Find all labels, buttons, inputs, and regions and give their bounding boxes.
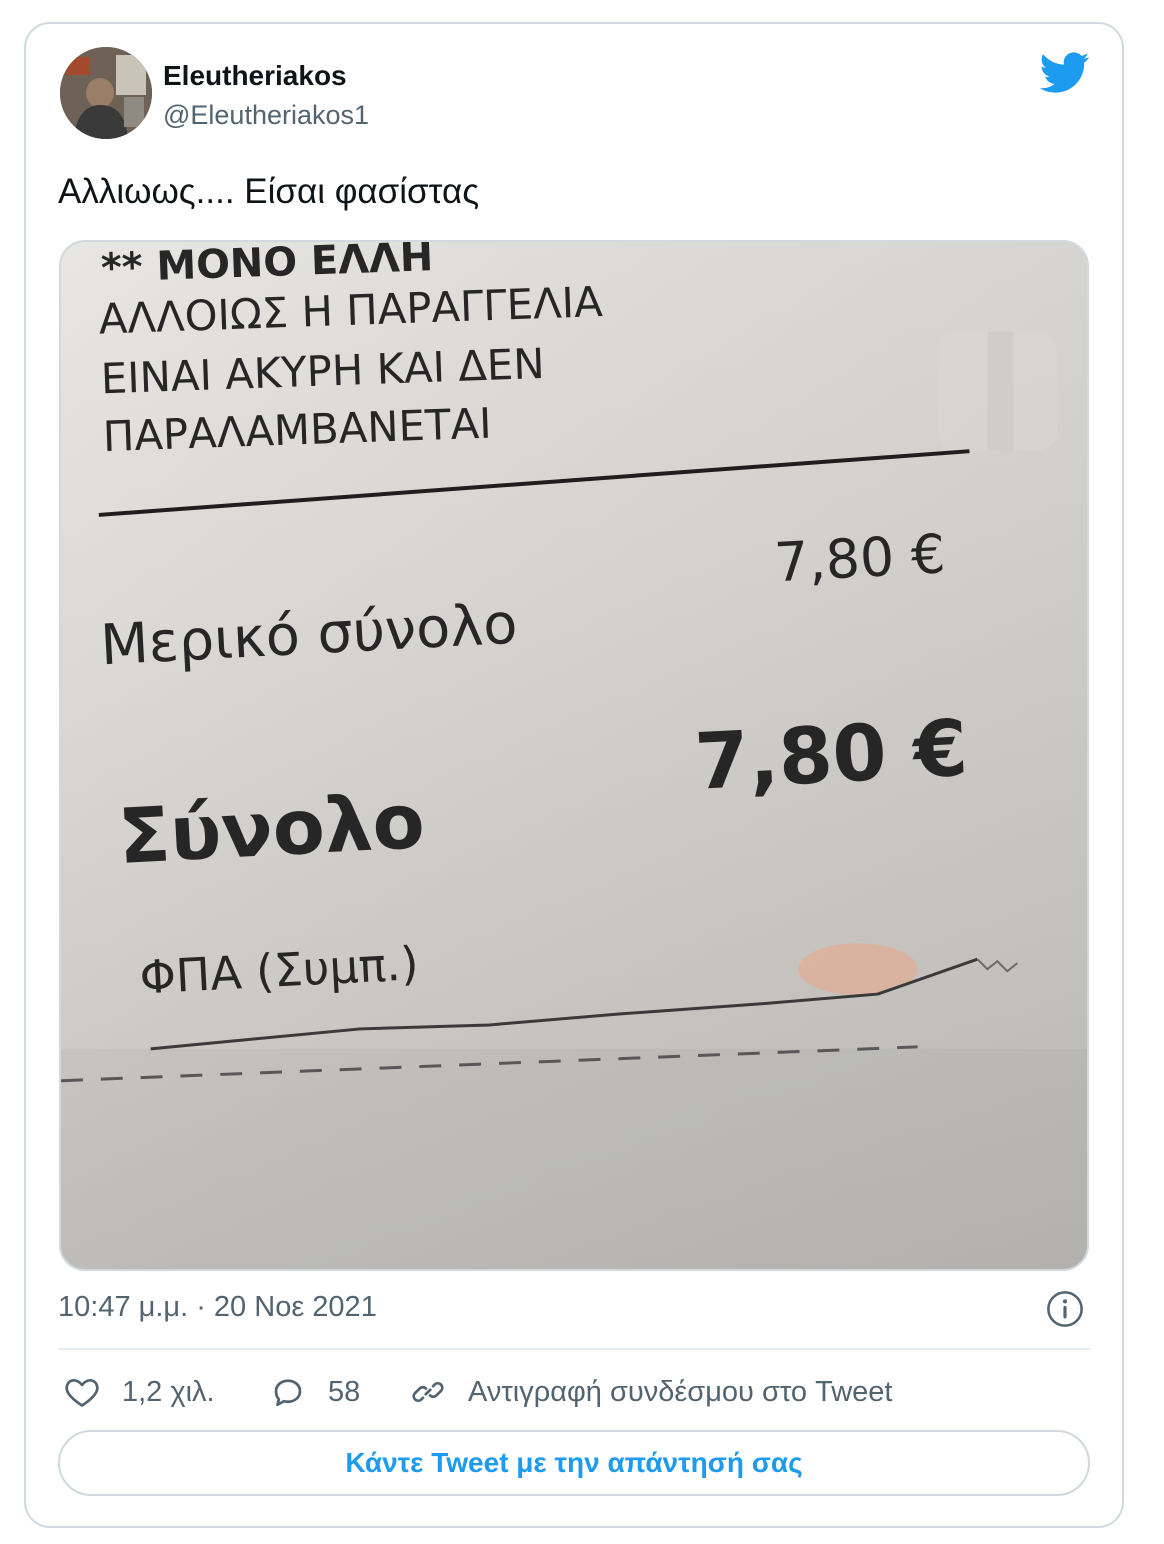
author-name[interactable]: Eleutheriakos bbox=[163, 60, 347, 92]
reply-count: 58 bbox=[328, 1375, 361, 1408]
tweet-timestamp[interactable]: 10:47 μ.μ. · 20 Νοε 2021 bbox=[58, 1291, 377, 1324]
copy-link-action[interactable]: Αντιγραφή συνδέσμου στο Tweet bbox=[410, 1372, 892, 1412]
tweet-reply-button[interactable]: Κάντε Tweet με την απάντησή σας bbox=[58, 1430, 1090, 1496]
tweet-text: Αλλιωως.... Είσαι φασίστας bbox=[58, 172, 480, 211]
reply-bubble-icon[interactable] bbox=[270, 1374, 306, 1410]
twitter-bird-icon[interactable] bbox=[1040, 52, 1090, 94]
like-action[interactable]: 1,2 χιλ. bbox=[64, 1372, 215, 1412]
total-value: 7,80 € bbox=[693, 704, 970, 808]
copy-link-label: Αντιγραφή συνδέσμου στο Tweet bbox=[468, 1375, 893, 1408]
heart-icon[interactable] bbox=[64, 1374, 100, 1410]
link-icon[interactable] bbox=[410, 1374, 446, 1410]
total-label: Σύνολο bbox=[116, 777, 426, 881]
author-handle[interactable]: @Eleutheriakos1 bbox=[163, 100, 369, 131]
subtotal-value: 7,80 € bbox=[773, 522, 947, 594]
avatar-photo bbox=[60, 47, 152, 139]
like-count: 1,2 χιλ. bbox=[122, 1375, 215, 1408]
divider bbox=[58, 1348, 1090, 1350]
avatar[interactable] bbox=[60, 47, 152, 139]
receipt-photo: ** ΜΟΝΟ ΕΛΛΗ ΑΛΛΟΙΩΣ Η ΠΑΡΑΓΓΕΛΙΑ ΕΙΝΑΙ … bbox=[61, 242, 1087, 1269]
info-icon[interactable] bbox=[1046, 1290, 1084, 1328]
reply-action[interactable]: 58 bbox=[270, 1372, 360, 1412]
tweet-media-photo[interactable]: ** ΜΟΝΟ ΕΛΛΗ ΑΛΛΟΙΩΣ Η ΠΑΡΑΓΓΕΛΙΑ ΕΙΝΑΙ … bbox=[59, 240, 1089, 1271]
